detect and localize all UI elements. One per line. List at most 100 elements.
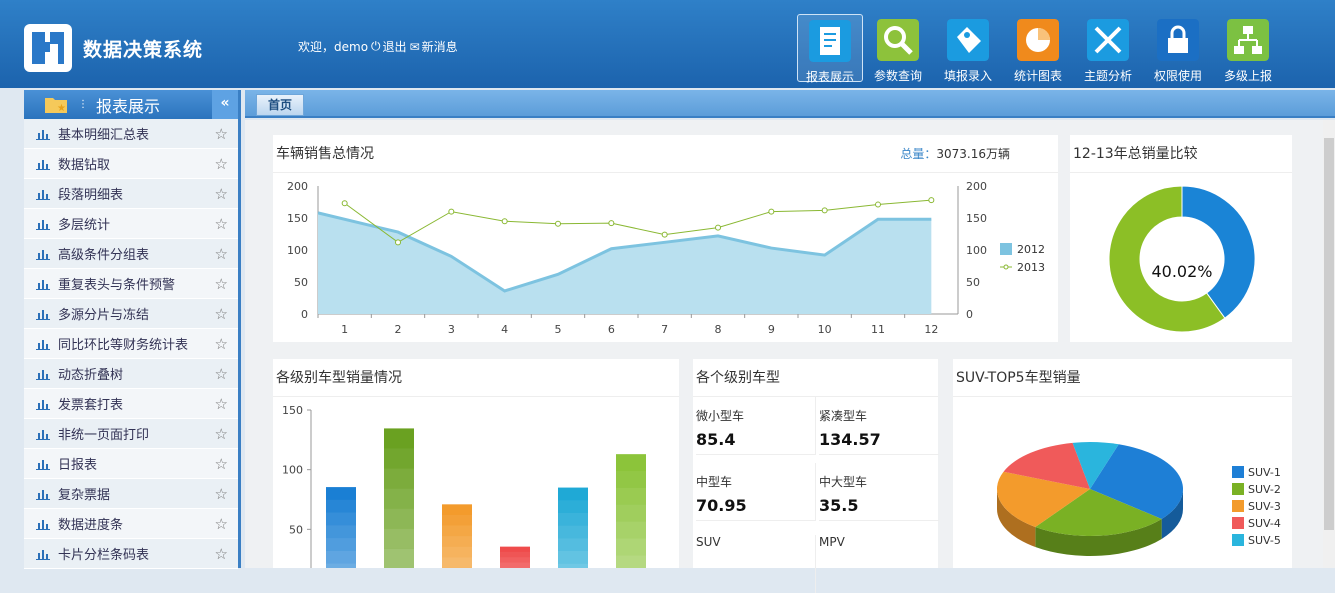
y-tick-label: 50 bbox=[294, 276, 308, 289]
bar-chart-icon bbox=[36, 278, 50, 290]
sidebar-item[interactable]: 多源分片与冻结☆ bbox=[24, 299, 238, 329]
star-icon[interactable]: ☆ bbox=[215, 185, 228, 203]
kpi-mini: 微小型车85.4 bbox=[696, 397, 816, 455]
bar-gradient-band bbox=[326, 564, 356, 568]
topnav-report-up[interactable]: 多级上报 bbox=[1215, 14, 1281, 82]
sidebar-item[interactable]: 数据进度条☆ bbox=[24, 509, 238, 539]
star-icon[interactable]: ☆ bbox=[215, 515, 228, 533]
report-icon bbox=[809, 20, 851, 62]
star-icon[interactable]: ☆ bbox=[215, 275, 228, 293]
content-scrollbar[interactable] bbox=[1323, 120, 1335, 568]
x-tick-label: 1 bbox=[341, 323, 348, 336]
bar-gradient-band bbox=[326, 525, 356, 538]
topnav-charts[interactable]: 统计图表 bbox=[1005, 14, 1071, 82]
kpi-panel: 各个级别车型 微小型车85.4 紧凑型车134.57 中型车70.95 中大型车… bbox=[693, 359, 938, 568]
sidebar-item-label: 卡片分栏条码表 bbox=[58, 544, 149, 563]
logout-link[interactable]: ⏻退出 bbox=[371, 38, 407, 55]
bar-chart-icon bbox=[36, 398, 50, 410]
sidebar-item[interactable]: 基本明细汇总表 ☆ bbox=[24, 119, 238, 149]
bylevel-panel: 各级别车型销量情况 50100150 bbox=[273, 359, 679, 568]
y-tick-label: 100 bbox=[966, 244, 987, 257]
x-tick-label: 7 bbox=[661, 323, 668, 336]
bar-gradient-band bbox=[326, 551, 356, 564]
sidebar-item[interactable]: 发票套打表☆ bbox=[24, 389, 238, 419]
collapse-sidebar-button[interactable]: « bbox=[212, 90, 238, 119]
x-tick-label: 10 bbox=[818, 323, 832, 336]
star-icon[interactable]: ☆ bbox=[215, 395, 228, 413]
star-icon[interactable]: ☆ bbox=[215, 545, 228, 563]
x-tick-label: 4 bbox=[501, 323, 508, 336]
kpi-mpv: MPV bbox=[819, 535, 939, 593]
kpi-label: 中大型车 bbox=[819, 473, 939, 490]
magnifier-icon bbox=[877, 19, 919, 61]
app-header: 数据决策系统 欢迎，demo ⏻退出 ✉新消息 报表展示 参数查询 填报录入 统… bbox=[0, 0, 1335, 88]
topnav-permission[interactable]: 权限使用 bbox=[1145, 14, 1211, 82]
sidebar-item[interactable]: 复杂票据 ☆ bbox=[24, 479, 238, 509]
tab-home[interactable]: 首页 bbox=[256, 94, 304, 116]
y-tick-label: 0 bbox=[301, 308, 308, 321]
sidebar-item[interactable]: 非统一页面打印 ☆ bbox=[24, 419, 238, 449]
bar-5 bbox=[616, 454, 646, 568]
star-icon[interactable]: ☆ bbox=[215, 245, 228, 263]
sidebar-item[interactable]: 同比环比等财务统计表 ☆ bbox=[24, 329, 238, 359]
legend-swatch bbox=[1232, 517, 1244, 529]
suv-panel-header: SUV-TOP5车型销量 bbox=[953, 359, 1292, 397]
legend-swatch bbox=[1232, 500, 1244, 512]
compare-title: 12-13年总销量比较 bbox=[1073, 146, 1198, 162]
bar-chart-icon bbox=[36, 518, 50, 530]
bar-0 bbox=[326, 487, 356, 568]
sidebar-item-label: 同比环比等财务统计表 bbox=[58, 334, 188, 353]
double-chevron-left-icon: « bbox=[220, 95, 229, 111]
scrollbar-thumb[interactable] bbox=[1324, 138, 1334, 530]
sidebar-item[interactable]: 高级条件分组表☆ bbox=[24, 239, 238, 269]
bar-chart-icon bbox=[36, 548, 50, 560]
sidebar-item[interactable]: 数据钻取☆ bbox=[24, 149, 238, 179]
star-icon[interactable]: ☆ bbox=[215, 365, 228, 383]
bylevel-bar-chart: 50100150 bbox=[273, 397, 679, 568]
x-tick-label: 9 bbox=[768, 323, 775, 336]
bar-gradient-band bbox=[500, 557, 530, 562]
sidebar-item[interactable]: 动态折叠树☆ bbox=[24, 359, 238, 389]
star-icon[interactable]: ☆ bbox=[215, 215, 228, 233]
topnav-report[interactable]: 报表展示 bbox=[797, 14, 863, 82]
sidebar-item[interactable]: 多层统计☆ bbox=[24, 209, 238, 239]
sales-panel: 车辆销售总情况 总量：3073.16万辆 0050501001001501502… bbox=[273, 135, 1058, 342]
star-icon[interactable]: ☆ bbox=[215, 125, 228, 143]
sidebar-item[interactable]: 卡片分栏条码表 ☆ bbox=[24, 539, 238, 569]
star-icon[interactable]: ☆ bbox=[215, 335, 228, 353]
pie-icon bbox=[1017, 19, 1059, 61]
sidebar-title: 报表展示 bbox=[96, 93, 160, 117]
star-icon[interactable]: ☆ bbox=[215, 485, 228, 503]
sidebar-item-label: 基本明细汇总表 bbox=[58, 124, 149, 143]
donut-center-label: 40.02% bbox=[1134, 262, 1230, 281]
messages-link[interactable]: ✉新消息 bbox=[410, 38, 458, 55]
sidebar-header: ★ ⋮ 报表展示 « bbox=[24, 90, 238, 119]
series-2013-point bbox=[396, 240, 401, 245]
sidebar-item-label: 复杂票据 bbox=[58, 484, 110, 503]
suv-pie-chart: SUV-1SUV-2SUV-3SUV-4SUV-5 bbox=[953, 397, 1292, 568]
sales-total: 总量：3073.16万辆 bbox=[900, 135, 1010, 173]
sidebar-item[interactable]: 段落明细表☆ bbox=[24, 179, 238, 209]
bar-gradient-band bbox=[442, 547, 472, 558]
x-tick-label: 8 bbox=[715, 323, 722, 336]
tab-bar: 首页 bbox=[245, 90, 1335, 118]
sales-area-chart: 0050501001001501502002001234567891011122… bbox=[273, 173, 1058, 342]
sidebar-item[interactable]: 重复表头与条件预警☆ bbox=[24, 269, 238, 299]
star-icon[interactable]: ☆ bbox=[215, 305, 228, 323]
topnav-query[interactable]: 参数查询 bbox=[865, 14, 931, 82]
bar-gradient-band bbox=[616, 471, 646, 488]
suv-panel: SUV-TOP5车型销量 SUV-1SUV-2SUV-3SUV-4SUV-5 bbox=[953, 359, 1292, 568]
series-2013-point bbox=[556, 221, 561, 226]
star-icon[interactable]: ☆ bbox=[215, 425, 228, 443]
series-2012-area bbox=[318, 213, 931, 314]
y-tick-label: 150 bbox=[282, 404, 303, 417]
suv-title: SUV-TOP5车型销量 bbox=[956, 370, 1081, 386]
kpi-midlarge: 中大型车35.5 bbox=[819, 463, 939, 521]
sidebar-item-label: 非统一页面打印 bbox=[58, 424, 149, 443]
topnav-analysis[interactable]: 主题分析 bbox=[1075, 14, 1141, 82]
star-icon[interactable]: ☆ bbox=[215, 455, 228, 473]
sidebar-item[interactable]: 日报表☆ bbox=[24, 449, 238, 479]
star-icon[interactable]: ☆ bbox=[215, 155, 228, 173]
topnav-fill[interactable]: 填报录入 bbox=[935, 14, 1001, 82]
arrows-icon bbox=[1087, 19, 1129, 61]
